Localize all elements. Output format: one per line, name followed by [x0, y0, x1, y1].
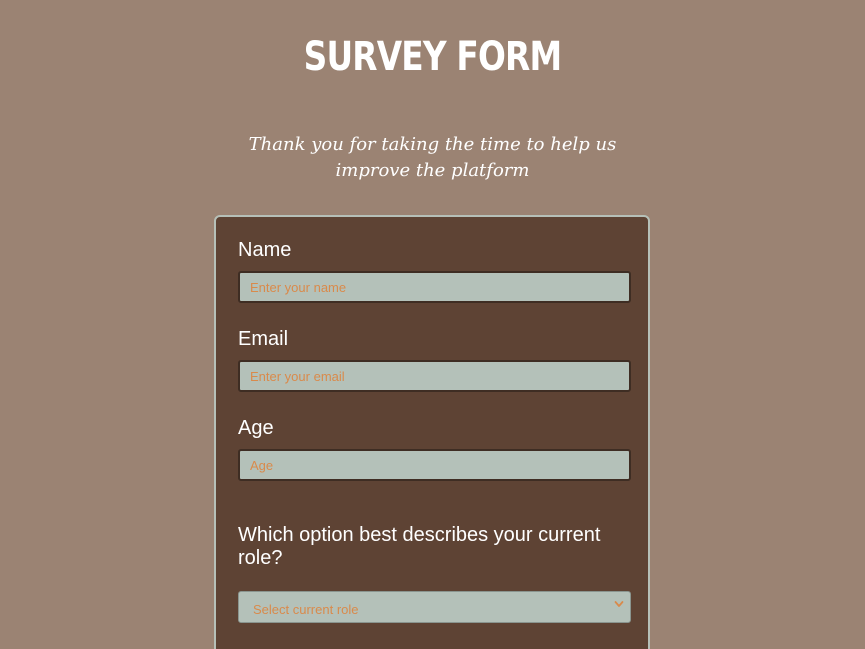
- age-label: Age: [238, 417, 274, 439]
- chevron-down-icon: [614, 597, 624, 614]
- page-description: Thank you for taking the time to help us…: [248, 134, 617, 181]
- role-select-value: Select current role: [253, 602, 359, 617]
- name-field[interactable]: [238, 271, 631, 303]
- role-select[interactable]: Select current role: [238, 591, 631, 623]
- email-field[interactable]: [238, 360, 631, 392]
- age-field[interactable]: [238, 449, 631, 481]
- page-title: SURVEY FORM: [303, 34, 562, 80]
- survey-page: SURVEY FORM Thank you for taking the tim…: [0, 0, 865, 649]
- role-question: Which option best describes your current…: [238, 524, 601, 569]
- name-label: Name: [238, 239, 292, 261]
- survey-form: Name Email Age Which option best describ…: [214, 215, 650, 649]
- email-label: Email: [238, 328, 289, 350]
